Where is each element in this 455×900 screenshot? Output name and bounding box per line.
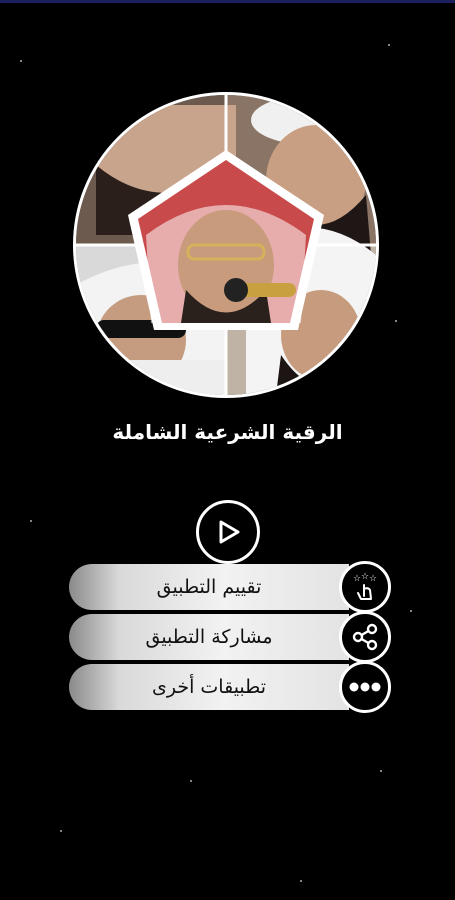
status-accent-bar — [0, 0, 455, 3]
share-icon[interactable] — [339, 611, 391, 663]
menu-item-share[interactable]: مشاركة التطبيق — [69, 611, 391, 663]
menu-item-more-apps[interactable]: تطبيقات أخرى — [69, 661, 391, 713]
more-apps-button[interactable]: تطبيقات أخرى — [69, 664, 349, 710]
svg-text:☆: ☆ — [369, 574, 377, 584]
menu-item-rate[interactable]: تقييم التطبيق ☆ ☆ ☆ — [69, 561, 391, 613]
svg-text:☆: ☆ — [353, 574, 361, 584]
play-icon — [219, 520, 240, 544]
rate-stars-icon[interactable]: ☆ ☆ ☆ — [339, 561, 391, 613]
app-title: الرقية الشرعية الشاملة — [112, 420, 343, 444]
more-dots-icon[interactable] — [339, 661, 391, 713]
reciters-collage-image — [73, 92, 379, 398]
rate-app-button[interactable]: تقييم التطبيق — [69, 564, 349, 610]
play-button[interactable] — [196, 500, 260, 564]
svg-text:☆: ☆ — [361, 572, 369, 582]
share-app-button[interactable]: مشاركة التطبيق — [69, 614, 349, 660]
